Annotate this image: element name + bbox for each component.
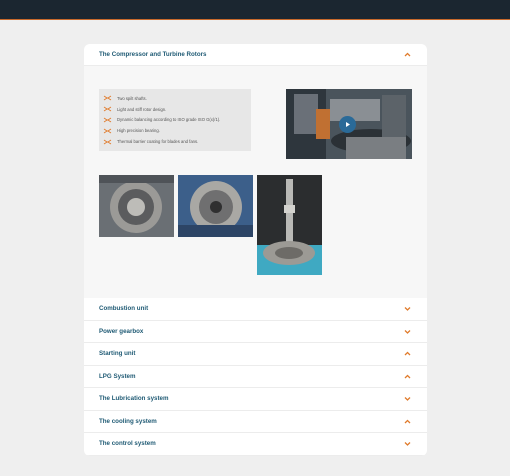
accordion-header[interactable]: Starting unit (84, 343, 427, 366)
chevron-up-icon[interactable] (402, 371, 412, 381)
chevron-down-icon[interactable] (402, 304, 412, 314)
accordion-title: The Lubrication system (99, 395, 169, 403)
feature-item: High precision bearing. (103, 125, 247, 136)
top-bar (0, 0, 510, 20)
accordion-header[interactable]: LPG System (84, 365, 427, 388)
accordion-title: Starting unit (99, 350, 136, 358)
accordion-title: The control system (99, 440, 156, 448)
shaft-icon (103, 117, 112, 123)
feature-list: Two spilt shafts. Light and stiff rotor d… (99, 89, 251, 151)
accordion-title: The Compressor and Turbine Rotors (99, 51, 207, 58)
accordion-card: The Compressor and Turbine Rotors Two sp… (84, 44, 427, 456)
feature-item: Dynamic balancing according to ISO grade… (103, 115, 247, 126)
chevron-down-icon[interactable] (402, 394, 412, 404)
play-button[interactable] (339, 116, 356, 133)
accordion-title: LPG System (99, 372, 136, 380)
chevron-up-icon[interactable] (402, 416, 412, 426)
shaft-icon (103, 139, 112, 145)
accordion-header-compressor[interactable]: The Compressor and Turbine Rotors (84, 44, 427, 66)
accordion-title: The cooling system (99, 417, 157, 425)
accordion-header[interactable]: The control system (84, 433, 427, 456)
shaft-icon (103, 128, 112, 134)
accordion-header[interactable]: Power gearbox (84, 320, 427, 343)
accordion-header[interactable]: Combustion unit (84, 298, 427, 321)
chevron-up-icon[interactable] (402, 50, 412, 60)
rotor-shaft-photo[interactable] (257, 175, 322, 275)
accordion-header[interactable]: The Lubrication system (84, 388, 427, 411)
feature-text: Dynamic balancing according to ISO grade… (117, 117, 221, 123)
accordion-title: Power gearbox (99, 327, 144, 335)
shaft-icon (103, 106, 112, 112)
shaft-icon (103, 95, 112, 101)
chevron-down-icon[interactable] (402, 326, 412, 336)
feature-item: Thermal barrier coating for blades and f… (103, 136, 247, 147)
feature-item: Light and stiff rotor design. (103, 104, 247, 115)
chevron-down-icon[interactable] (402, 439, 412, 449)
play-icon (346, 122, 350, 127)
accordion-title: Combustion unit (99, 305, 149, 313)
accordion-panel: Two spilt shafts. Light and stiff rotor d… (84, 66, 427, 298)
feature-text: Light and stiff rotor design. (117, 106, 167, 112)
turbine-wheel-photo[interactable] (178, 175, 253, 237)
accordion-list: Combustion unit Power gearbox Starting uni… (84, 298, 427, 456)
compressor-housing-photo[interactable] (99, 175, 174, 237)
accordion-header[interactable]: The cooling system (84, 410, 427, 433)
video-thumbnail[interactable] (286, 89, 412, 159)
feature-item: Two spilt shafts. (103, 93, 247, 104)
chevron-up-icon[interactable] (402, 349, 412, 359)
feature-text: High precision bearing. (117, 128, 160, 134)
feature-text: Thermal barrier coating for blades and f… (117, 139, 199, 145)
feature-text: Two spilt shafts. (117, 95, 147, 101)
